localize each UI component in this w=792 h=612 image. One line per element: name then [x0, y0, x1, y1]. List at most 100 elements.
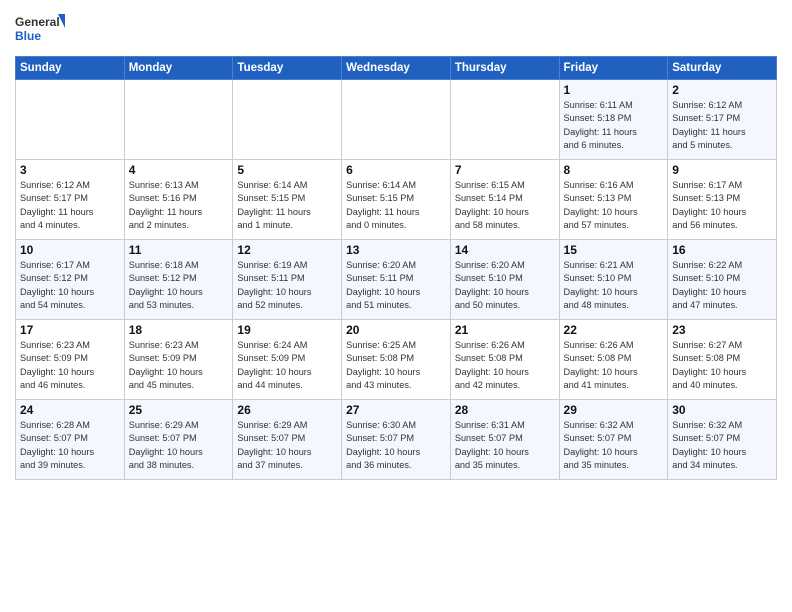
day-cell: 30Sunrise: 6:32 AM Sunset: 5:07 PM Dayli… — [668, 400, 777, 480]
day-cell: 3 Sunrise: 6:12 AM Sunset: 5:17 PM Daylig… — [16, 160, 125, 240]
day-info: Sunrise: 6:26 AM Sunset: 5:08 PM Dayligh… — [564, 339, 664, 392]
day-number: 20 — [346, 323, 446, 337]
day-info: Sunrise: 6:16 AM Sunset: 5:13 PM Dayligh… — [564, 179, 664, 232]
day-cell: 24 Sunrise: 6:28 AM Sunset: 5:07 PM Dayli… — [16, 400, 125, 480]
day-info: Sunrise: 6:24 AM Sunset: 5:09 PM Dayligh… — [237, 339, 337, 392]
day-info: Sunrise: 6:22 AM Sunset: 5:10 PM Dayligh… — [672, 259, 772, 312]
day-cell: 20 Sunrise: 6:25 AM Sunset: 5:08 PM Dayli… — [342, 320, 451, 400]
day-number: 5 — [237, 163, 337, 177]
day-info: Sunrise: 6:26 AM Sunset: 5:08 PM Dayligh… — [455, 339, 555, 392]
logo: General Blue — [15, 10, 65, 48]
day-cell: 13 Sunrise: 6:20 AM Sunset: 5:11 PM Dayli… — [342, 240, 451, 320]
day-number: 2 — [672, 83, 772, 97]
day-info: Sunrise: 6:21 AM Sunset: 5:10 PM Dayligh… — [564, 259, 664, 312]
week-row-1: 3 Sunrise: 6:12 AM Sunset: 5:17 PM Daylig… — [16, 160, 777, 240]
day-info: Sunrise: 6:17 AM Sunset: 5:12 PM Dayligh… — [20, 259, 120, 312]
day-cell: 9Sunrise: 6:17 AM Sunset: 5:13 PM Daylig… — [668, 160, 777, 240]
day-cell: 15Sunrise: 6:21 AM Sunset: 5:10 PM Dayli… — [559, 240, 668, 320]
day-cell: 4Sunrise: 6:13 AM Sunset: 5:16 PM Daylig… — [124, 160, 233, 240]
day-info: Sunrise: 6:25 AM Sunset: 5:08 PM Dayligh… — [346, 339, 446, 392]
day-number: 24 — [20, 403, 120, 417]
day-cell: 2Sunrise: 6:12 AM Sunset: 5:17 PM Daylig… — [668, 80, 777, 160]
day-cell: 16 Sunrise: 6:22 AM Sunset: 5:10 PM Dayli… — [668, 240, 777, 320]
day-cell: 10 Sunrise: 6:17 AM Sunset: 5:12 PM Dayli… — [16, 240, 125, 320]
day-number: 11 — [129, 243, 229, 257]
day-cell: 17Sunrise: 6:23 AM Sunset: 5:09 PM Dayli… — [16, 320, 125, 400]
day-number: 13 — [346, 243, 446, 257]
day-cell: 11Sunrise: 6:18 AM Sunset: 5:12 PM Dayli… — [124, 240, 233, 320]
day-info: Sunrise: 6:12 AM Sunset: 5:17 PM Dayligh… — [20, 179, 120, 232]
day-info: Sunrise: 6:14 AM Sunset: 5:15 PM Dayligh… — [237, 179, 337, 232]
day-cell: 23 Sunrise: 6:27 AM Sunset: 5:08 PM Dayli… — [668, 320, 777, 400]
week-row-3: 17Sunrise: 6:23 AM Sunset: 5:09 PM Dayli… — [16, 320, 777, 400]
svg-text:General: General — [15, 15, 60, 29]
day-cell: 22 Sunrise: 6:26 AM Sunset: 5:08 PM Dayli… — [559, 320, 668, 400]
logo-svg: General Blue — [15, 10, 65, 48]
week-row-0: 1 Sunrise: 6:11 AM Sunset: 5:18 PM Daylig… — [16, 80, 777, 160]
day-number: 23 — [672, 323, 772, 337]
day-cell — [450, 80, 559, 160]
day-info: Sunrise: 6:30 AM Sunset: 5:07 PM Dayligh… — [346, 419, 446, 472]
day-cell — [342, 80, 451, 160]
day-cell: 19 Sunrise: 6:24 AM Sunset: 5:09 PM Dayli… — [233, 320, 342, 400]
day-cell: 21 Sunrise: 6:26 AM Sunset: 5:08 PM Dayli… — [450, 320, 559, 400]
calendar-table: SundayMondayTuesdayWednesdayThursdayFrid… — [15, 56, 777, 480]
day-number: 21 — [455, 323, 555, 337]
day-cell: 26 Sunrise: 6:29 AM Sunset: 5:07 PM Dayli… — [233, 400, 342, 480]
day-info: Sunrise: 6:28 AM Sunset: 5:07 PM Dayligh… — [20, 419, 120, 472]
day-number: 1 — [564, 83, 664, 97]
day-cell: 7 Sunrise: 6:15 AM Sunset: 5:14 PM Daylig… — [450, 160, 559, 240]
day-number: 28 — [455, 403, 555, 417]
day-number: 27 — [346, 403, 446, 417]
day-cell: 12 Sunrise: 6:19 AM Sunset: 5:11 PM Dayli… — [233, 240, 342, 320]
day-info: Sunrise: 6:20 AM Sunset: 5:10 PM Dayligh… — [455, 259, 555, 312]
day-number: 22 — [564, 323, 664, 337]
day-info: Sunrise: 6:32 AM Sunset: 5:07 PM Dayligh… — [672, 419, 772, 472]
weekday-header-friday: Friday — [559, 57, 668, 80]
day-cell — [16, 80, 125, 160]
day-number: 12 — [237, 243, 337, 257]
day-number: 16 — [672, 243, 772, 257]
day-cell: 6Sunrise: 6:14 AM Sunset: 5:15 PM Daylig… — [342, 160, 451, 240]
day-number: 8 — [564, 163, 664, 177]
day-cell: 14 Sunrise: 6:20 AM Sunset: 5:10 PM Dayli… — [450, 240, 559, 320]
weekday-header-monday: Monday — [124, 57, 233, 80]
day-info: Sunrise: 6:23 AM Sunset: 5:09 PM Dayligh… — [129, 339, 229, 392]
week-row-4: 24 Sunrise: 6:28 AM Sunset: 5:07 PM Dayli… — [16, 400, 777, 480]
day-number: 14 — [455, 243, 555, 257]
day-info: Sunrise: 6:19 AM Sunset: 5:11 PM Dayligh… — [237, 259, 337, 312]
svg-text:Blue: Blue — [15, 29, 41, 43]
day-number: 26 — [237, 403, 337, 417]
day-info: Sunrise: 6:13 AM Sunset: 5:16 PM Dayligh… — [129, 179, 229, 232]
day-cell — [233, 80, 342, 160]
weekday-header-sunday: Sunday — [16, 57, 125, 80]
weekday-header-thursday: Thursday — [450, 57, 559, 80]
day-number: 3 — [20, 163, 120, 177]
day-info: Sunrise: 6:23 AM Sunset: 5:09 PM Dayligh… — [20, 339, 120, 392]
day-info: Sunrise: 6:32 AM Sunset: 5:07 PM Dayligh… — [564, 419, 664, 472]
day-number: 29 — [564, 403, 664, 417]
day-cell: 28Sunrise: 6:31 AM Sunset: 5:07 PM Dayli… — [450, 400, 559, 480]
day-cell: 25 Sunrise: 6:29 AM Sunset: 5:07 PM Dayli… — [124, 400, 233, 480]
day-info: Sunrise: 6:27 AM Sunset: 5:08 PM Dayligh… — [672, 339, 772, 392]
day-number: 25 — [129, 403, 229, 417]
day-info: Sunrise: 6:29 AM Sunset: 5:07 PM Dayligh… — [129, 419, 229, 472]
day-info: Sunrise: 6:20 AM Sunset: 5:11 PM Dayligh… — [346, 259, 446, 312]
day-number: 19 — [237, 323, 337, 337]
day-number: 9 — [672, 163, 772, 177]
day-cell: 29 Sunrise: 6:32 AM Sunset: 5:07 PM Dayli… — [559, 400, 668, 480]
day-cell: 1 Sunrise: 6:11 AM Sunset: 5:18 PM Daylig… — [559, 80, 668, 160]
weekday-header-saturday: Saturday — [668, 57, 777, 80]
calendar-page: General Blue SundayMondayTuesdayWednesda… — [0, 0, 792, 495]
day-number: 18 — [129, 323, 229, 337]
day-number: 10 — [20, 243, 120, 257]
day-info: Sunrise: 6:11 AM Sunset: 5:18 PM Dayligh… — [564, 99, 664, 152]
day-cell: 18 Sunrise: 6:23 AM Sunset: 5:09 PM Dayli… — [124, 320, 233, 400]
day-number: 7 — [455, 163, 555, 177]
weekday-header-tuesday: Tuesday — [233, 57, 342, 80]
week-row-2: 10 Sunrise: 6:17 AM Sunset: 5:12 PM Dayli… — [16, 240, 777, 320]
day-cell: 27 Sunrise: 6:30 AM Sunset: 5:07 PM Dayli… — [342, 400, 451, 480]
weekday-header-row: SundayMondayTuesdayWednesdayThursdayFrid… — [16, 57, 777, 80]
day-info: Sunrise: 6:15 AM Sunset: 5:14 PM Dayligh… — [455, 179, 555, 232]
day-info: Sunrise: 6:29 AM Sunset: 5:07 PM Dayligh… — [237, 419, 337, 472]
